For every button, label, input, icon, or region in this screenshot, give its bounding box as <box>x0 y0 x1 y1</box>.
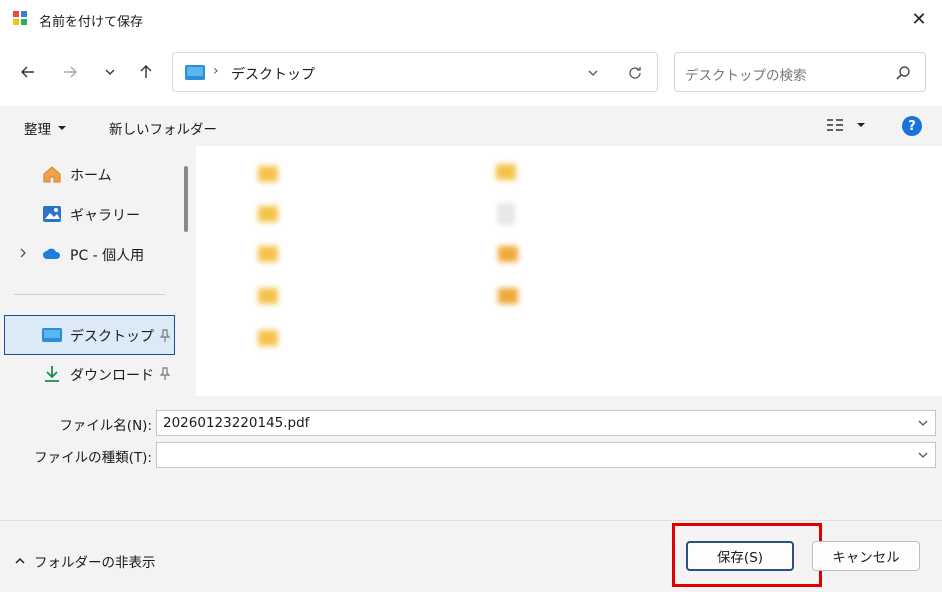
cancel-button[interactable]: キャンセル <box>812 541 920 571</box>
sidebar-item-home[interactable]: ホーム <box>0 156 180 192</box>
filename-input[interactable]: 20260123220145.pdf <box>163 415 309 431</box>
command-bar: 整理 新しいフォルダー ? <box>0 106 942 146</box>
list-item[interactable] <box>258 246 278 262</box>
hide-folders-button[interactable]: フォルダーの非表示 <box>14 551 156 571</box>
folder-icon <box>258 288 278 304</box>
title-bar: 名前を付けて保存 ✕ <box>0 0 942 38</box>
caret-down-icon <box>857 123 865 127</box>
filetype-select[interactable] <box>156 442 936 468</box>
save-form: ファイル名(N): 20260123220145.pdf ファイルの種類(T): <box>0 396 942 520</box>
chevron-down-icon[interactable] <box>915 415 931 431</box>
search-box[interactable]: デスクトップの検索 <box>674 52 926 92</box>
save-button[interactable]: 保存(S) <box>686 541 794 571</box>
view-options-button[interactable] <box>826 118 866 132</box>
sidebar-scrollbar[interactable] <box>184 166 188 232</box>
list-item[interactable] <box>258 288 278 304</box>
download-icon <box>45 366 59 382</box>
folder-icon <box>496 164 516 180</box>
sidebar-item-label: PC - 個人用 <box>70 248 145 264</box>
dialog-footer: フォルダーの非表示 保存(S) キャンセル <box>0 520 942 592</box>
search-input[interactable]: デスクトップの検索 <box>685 64 807 84</box>
sidebar-item-pc[interactable]: PC - 個人用 <box>0 236 180 272</box>
sidebar-item-label: ダウンロード <box>70 368 154 384</box>
list-item[interactable] <box>496 164 516 180</box>
breadcrumb-separator: › <box>213 63 219 79</box>
filename-label: ファイル名(N): <box>59 418 152 434</box>
home-icon <box>43 166 61 183</box>
gallery-icon <box>43 206 61 222</box>
close-button[interactable]: ✕ <box>896 0 942 38</box>
list-item[interactable] <box>498 288 518 304</box>
desktop-folder-icon <box>42 328 62 342</box>
window-title: 名前を付けて保存 <box>39 15 144 30</box>
filetype-label: ファイルの種類(T): <box>34 450 152 466</box>
document-icon <box>498 204 514 224</box>
refresh-icon[interactable] <box>626 64 644 82</box>
folder-icon <box>258 166 278 182</box>
recent-locations-button[interactable] <box>96 60 124 84</box>
chevron-up-icon <box>15 557 25 564</box>
list-item[interactable] <box>498 204 514 224</box>
cloud-icon <box>43 248 61 259</box>
file-list <box>196 146 942 396</box>
sidebar-item-desktop[interactable]: デスクトップ <box>4 315 175 355</box>
forward-button[interactable] <box>56 60 84 84</box>
address-bar[interactable]: › デスクトップ <box>172 52 658 92</box>
navigation-bar: › デスクトップ デスクトップの検索 <box>0 38 942 106</box>
shortcut-icon <box>498 288 518 304</box>
shortcut-icon <box>498 246 518 262</box>
filename-field[interactable]: 20260123220145.pdf <box>156 410 936 436</box>
search-icon[interactable] <box>895 65 911 81</box>
desktop-folder-icon <box>185 65 205 80</box>
folder-icon <box>258 330 278 346</box>
sidebar-item-gallery[interactable]: ギャラリー <box>0 196 180 232</box>
arrow-right-icon <box>64 66 77 78</box>
caret-down-icon <box>58 126 66 130</box>
close-icon: ✕ <box>911 8 927 30</box>
organize-label: 整理 <box>24 122 51 138</box>
list-item[interactable] <box>258 330 278 346</box>
list-item[interactable] <box>498 246 518 262</box>
chevron-right-icon[interactable] <box>17 247 29 259</box>
pin-icon <box>159 367 171 380</box>
arrow-up-icon <box>140 65 152 78</box>
chevron-down-icon[interactable] <box>915 447 931 463</box>
list-view-icon <box>827 119 843 131</box>
chevron-down-icon <box>105 69 115 75</box>
back-button[interactable] <box>14 60 42 84</box>
app-icon <box>13 11 27 25</box>
sidebar-divider <box>14 294 165 295</box>
help-icon: ? <box>908 118 916 134</box>
list-item[interactable] <box>258 206 278 222</box>
list-item[interactable] <box>258 166 278 182</box>
arrow-left-icon <box>21 66 34 78</box>
help-button[interactable]: ? <box>902 116 922 136</box>
folder-icon <box>258 206 278 222</box>
sidebar-item-label: デスクトップ <box>70 329 154 345</box>
sidebar-item-downloads[interactable]: ダウンロード <box>0 356 180 392</box>
folder-icon <box>258 246 278 262</box>
sidebar-item-label: ギャラリー <box>70 208 140 224</box>
breadcrumb-desktop[interactable]: デスクトップ <box>231 64 315 84</box>
new-folder-button[interactable]: 新しいフォルダー <box>109 118 217 138</box>
up-button[interactable] <box>132 60 160 84</box>
sidebar-item-label: ホーム <box>70 168 112 184</box>
hide-folders-label: フォルダーの非表示 <box>34 555 156 571</box>
chevron-down-icon[interactable] <box>585 65 601 81</box>
pin-icon <box>159 329 171 342</box>
navigation-pane: ホーム ギャラリー PC - 個人用 デスクトップ ダウンロード <box>0 146 196 396</box>
organize-button[interactable]: 整理 <box>24 118 67 138</box>
